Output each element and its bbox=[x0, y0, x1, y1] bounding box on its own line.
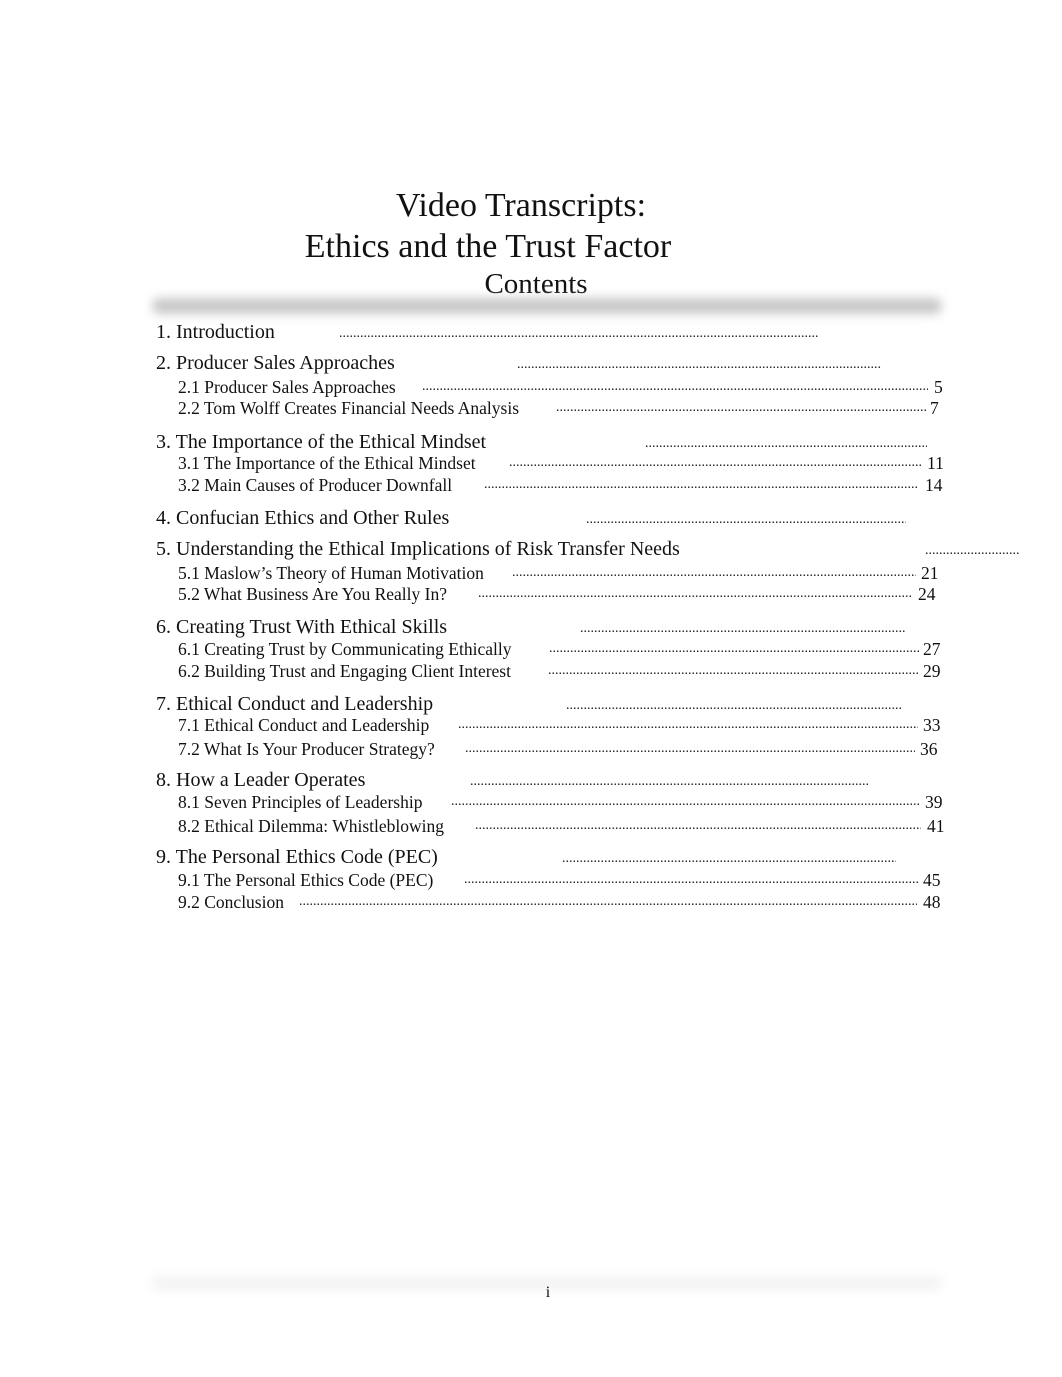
dot-leader: ........................................… bbox=[556, 400, 926, 415]
toc-subentry-label: 9.1 The Personal Ethics Code (PEC) bbox=[178, 870, 434, 890]
dot-leader: ........................................… bbox=[465, 741, 915, 756]
contents-heading: Contents bbox=[484, 268, 588, 300]
toc-subentry-2-2[interactable]: 2.2 Tom Wolff Creates Financial Needs An… bbox=[178, 397, 939, 419]
dot-leader: ........................................… bbox=[512, 565, 916, 580]
toc-subentry-7-1[interactable]: 7.1 Ethical Conduct and Leadership .....… bbox=[178, 714, 941, 736]
page-number: 39 bbox=[925, 792, 943, 812]
page-number: 21 bbox=[921, 563, 939, 583]
toc-subentry-5-2[interactable]: 5.2 What Business Are You Really In? ...… bbox=[178, 583, 936, 605]
toc-subentry-label: 2.2 Tom Wolff Creates Financial Needs An… bbox=[178, 398, 520, 418]
dot-leader: ........................................… bbox=[475, 818, 921, 833]
toc-entry-5[interactable]: 5. Understanding the Ethical Implication… bbox=[156, 537, 1020, 561]
toc-subentry-7-2[interactable]: 7.2 What Is Your Producer Strategy? ....… bbox=[178, 738, 938, 760]
toc-subentry-label: 3.1 The Importance of the Ethical Mindse… bbox=[178, 453, 476, 473]
page-number: 27 bbox=[923, 639, 941, 659]
dot-leader: ........................................… bbox=[925, 543, 1020, 558]
toc-subentry-label: 5.2 What Business Are You Really In? bbox=[178, 584, 447, 604]
toc-entry-1[interactable]: 1. Introduction ........................… bbox=[156, 320, 819, 344]
page-number: 14 bbox=[925, 475, 943, 495]
toc-entry-label: 1. Introduction bbox=[156, 321, 275, 343]
toc-subentry-label: 2.1 Producer Sales Approaches bbox=[178, 377, 396, 397]
toc-subentry-6-2[interactable]: 6.2 Building Trust and Engaging Client I… bbox=[178, 660, 941, 682]
dot-leader: ........................................… bbox=[451, 794, 921, 809]
dot-leader: ........................................… bbox=[586, 512, 906, 527]
toc-subentry-label: 8.2 Ethical Dilemma: Whistleblowing bbox=[178, 816, 445, 836]
page-number: 48 bbox=[923, 892, 941, 912]
dot-leader: ........................................… bbox=[509, 455, 921, 470]
dot-leader: ........................................… bbox=[464, 872, 920, 887]
toc-subentry-label: 5.1 Maslow’s Theory of Human Motivation bbox=[178, 563, 484, 583]
toc-subentry-5-1[interactable]: 5.1 Maslow’s Theory of Human Motivation … bbox=[178, 562, 939, 584]
dot-leader: ........................................… bbox=[548, 663, 918, 678]
toc-entry-label: 8. How a Leader Operates bbox=[156, 769, 366, 791]
toc-subentry-2-1[interactable]: 2.1 Producer Sales Approaches ..........… bbox=[178, 376, 943, 398]
toc-subentry-label: 7.1 Ethical Conduct and Leadership bbox=[178, 715, 430, 735]
toc-subentry-8-1[interactable]: 8.1 Seven Principles of Leadership .....… bbox=[178, 791, 943, 813]
toc-subentry-label: 9.2 Conclusion bbox=[178, 892, 284, 912]
page-number: 36 bbox=[920, 739, 938, 759]
page-number: 33 bbox=[923, 715, 941, 735]
title-line-1: Video Transcripts: bbox=[395, 187, 647, 224]
toc-subentry-6-1[interactable]: 6.1 Creating Trust by Communicating Ethi… bbox=[178, 638, 941, 660]
toc-entry-label: 5. Understanding the Ethical Implication… bbox=[156, 538, 680, 560]
dot-leader: ........................................… bbox=[339, 326, 819, 341]
toc-subentry-label: 8.1 Seven Principles of Leadership bbox=[178, 792, 423, 812]
toc-entry-label: 4. Confucian Ethics and Other Rules bbox=[156, 507, 450, 529]
dot-leader: ........................................… bbox=[422, 379, 928, 394]
toc-entry-2[interactable]: 2. Producer Sales Approaches ...........… bbox=[156, 351, 882, 375]
toc-entry-7[interactable]: 7. Ethical Conduct and Leadership ......… bbox=[156, 692, 902, 716]
page-number: 29 bbox=[923, 661, 941, 681]
dot-leader: ........................................… bbox=[484, 477, 918, 492]
toc-subentry-8-2[interactable]: 8.2 Ethical Dilemma: Whistleblowing ....… bbox=[178, 815, 945, 837]
toc-subentry-9-2[interactable]: 9.2 Conclusion .........................… bbox=[178, 891, 941, 913]
toc-entry-6[interactable]: 6. Creating Trust With Ethical Skills ..… bbox=[156, 615, 905, 639]
toc-entry-label: 3. The Importance of the Ethical Mindset bbox=[156, 431, 487, 453]
toc-entry-4[interactable]: 4. Confucian Ethics and Other Rules ....… bbox=[156, 506, 906, 530]
toc-entry-label: 2. Producer Sales Approaches bbox=[156, 352, 395, 374]
title-line-2: Ethics and the Trust Factor bbox=[304, 228, 672, 265]
header-shadow-divider bbox=[152, 298, 942, 314]
toc-subentry-label: 7.2 What Is Your Producer Strategy? bbox=[178, 739, 435, 759]
dot-leader: ........................................… bbox=[562, 851, 896, 866]
dot-leader: ........................................… bbox=[517, 357, 882, 372]
page-number: 7 bbox=[930, 398, 939, 418]
toc-entry-label: 9. The Personal Ethics Code (PEC) bbox=[156, 846, 438, 868]
dot-leader: ........................................… bbox=[299, 894, 917, 909]
toc-subentry-3-2[interactable]: 3.2 Main Causes of Producer Downfall ...… bbox=[178, 474, 943, 496]
toc-subentry-9-1[interactable]: 9.1 The Personal Ethics Code (PEC) .....… bbox=[178, 869, 941, 891]
page-number: 5 bbox=[934, 377, 943, 397]
toc-subentry-label: 6.2 Building Trust and Engaging Client I… bbox=[178, 661, 511, 681]
footer-page-number: i bbox=[545, 1284, 551, 1301]
page-number: 11 bbox=[927, 453, 944, 473]
toc-entry-label: 7. Ethical Conduct and Leadership bbox=[156, 693, 434, 715]
toc-subentry-label: 3.2 Main Causes of Producer Downfall bbox=[178, 475, 453, 495]
page-number: 41 bbox=[927, 816, 945, 836]
toc-entry-label: 6. Creating Trust With Ethical Skills bbox=[156, 616, 448, 638]
dot-leader: ........................................… bbox=[549, 641, 919, 656]
toc-entry-9[interactable]: 9. The Personal Ethics Code (PEC) ......… bbox=[156, 845, 896, 869]
page-number: 24 bbox=[918, 584, 936, 604]
toc-subentry-3-1[interactable]: 3.1 The Importance of the Ethical Mindse… bbox=[178, 452, 944, 474]
page-number: 45 bbox=[923, 870, 941, 890]
dot-leader: ........................................… bbox=[478, 586, 912, 601]
dot-leader: ........................................… bbox=[458, 717, 918, 732]
toc-entry-3[interactable]: 3. The Importance of the Ethical Mindset… bbox=[156, 430, 927, 454]
toc-entry-8[interactable]: 8. How a Leader Operates ...............… bbox=[156, 768, 868, 792]
toc-subentry-label: 6.1 Creating Trust by Communicating Ethi… bbox=[178, 639, 512, 659]
